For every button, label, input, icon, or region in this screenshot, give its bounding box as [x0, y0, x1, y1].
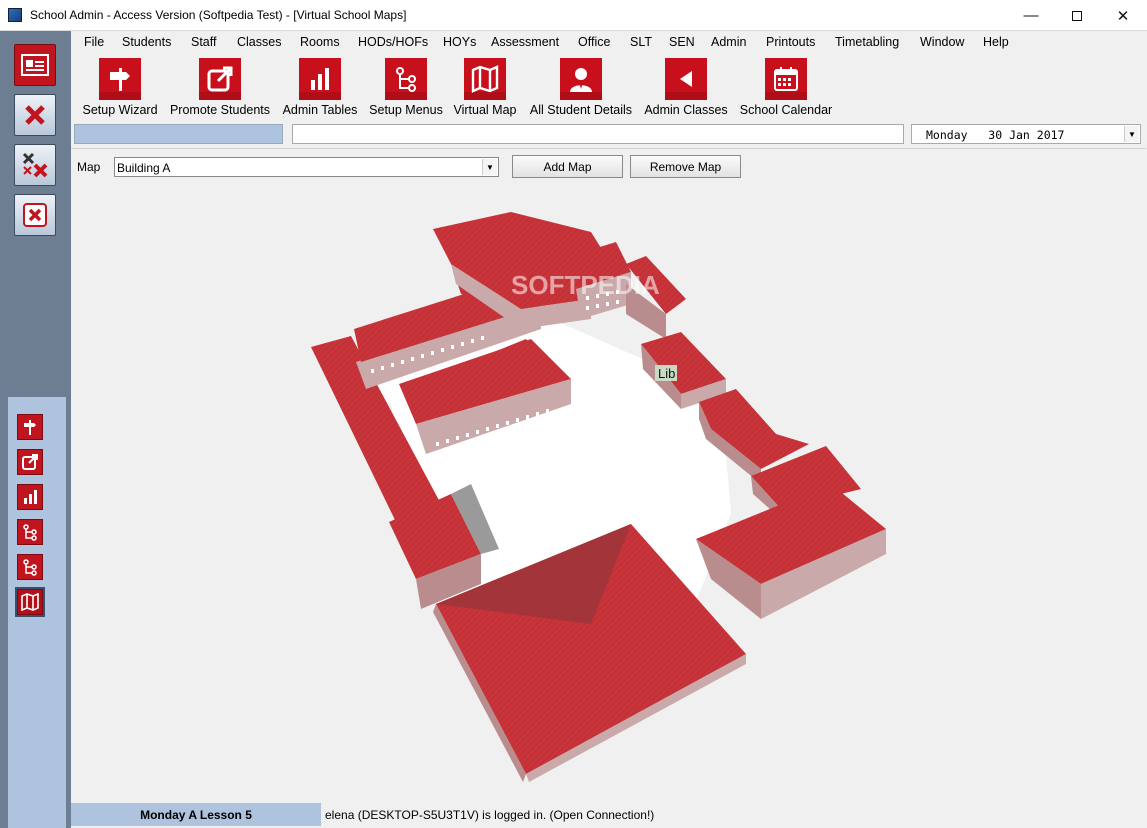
- menu-classes[interactable]: Classes: [237, 35, 281, 49]
- date-value: Monday 30 Jan 2017: [926, 128, 1065, 142]
- setup-wizard-button[interactable]: Setup Wizard: [82, 58, 158, 117]
- remove-map-button[interactable]: Remove Map: [630, 155, 741, 178]
- close-icon: ✕: [1116, 7, 1130, 25]
- chevron-down-icon: ▼: [486, 162, 494, 172]
- toolbar-label: Setup Wizard: [82, 103, 158, 117]
- signpost-icon: [110, 68, 130, 91]
- minimize-icon: —: [1023, 7, 1039, 24]
- menu-office[interactable]: Office: [578, 35, 610, 49]
- virtual-map-form: Map Building A ▼ Add Map Remove Map Lib …: [71, 148, 1146, 801]
- room-label-lib[interactable]: Lib: [658, 366, 675, 381]
- quick-admin-tables[interactable]: [17, 484, 43, 510]
- minimize-button[interactable]: —: [1008, 0, 1054, 31]
- external-link-icon: [22, 454, 38, 470]
- promote-students-button[interactable]: Promote Students: [169, 58, 271, 117]
- bar-chart-icon: [24, 490, 37, 504]
- quick-promote-students[interactable]: [17, 449, 43, 475]
- bar-chart-icon: [311, 68, 329, 90]
- admin-classes-button[interactable]: Admin Classes: [643, 58, 729, 117]
- menu-hods-hofs[interactable]: HODs/HOFs: [358, 35, 428, 49]
- delete-multiple-button[interactable]: [14, 144, 56, 186]
- quick-launch-panel: [8, 397, 66, 828]
- quick-virtual-map[interactable]: [15, 587, 45, 617]
- menu-students[interactable]: Students: [122, 35, 171, 49]
- menu-staff[interactable]: Staff: [191, 35, 216, 49]
- lesson-indicator: Monday A Lesson 5: [71, 803, 321, 826]
- toolbar-label: Promote Students: [169, 103, 271, 117]
- menu-window[interactable]: Window: [920, 35, 964, 49]
- close-button[interactable]: ✕: [1100, 0, 1146, 31]
- external-link-icon: [207, 66, 233, 92]
- maximize-icon: [1072, 10, 1082, 21]
- id-card-icon: [21, 54, 49, 76]
- student-icon: [570, 68, 592, 92]
- toolbar-label: Setup Menus: [369, 103, 443, 117]
- map-label: Map: [77, 160, 101, 174]
- setup-menus-button[interactable]: Setup Menus: [368, 58, 444, 117]
- toolbar-label: Admin Classes: [644, 103, 728, 117]
- menu-help[interactable]: Help: [983, 35, 1009, 49]
- menu-slt[interactable]: SLT: [630, 35, 652, 49]
- info-field[interactable]: [292, 124, 904, 144]
- map-icon: [21, 593, 39, 611]
- flow-icon: [396, 67, 416, 92]
- menu-hoys[interactable]: HOYs: [443, 35, 476, 49]
- close-box-icon: [23, 203, 47, 227]
- quick-setup-menus[interactable]: [17, 519, 43, 545]
- menu-file[interactable]: File: [84, 35, 104, 49]
- toolbar-label: All Student Details: [529, 103, 633, 117]
- close-form-button[interactable]: [14, 194, 56, 236]
- menu-bar: File Students Staff Classes Rooms HODs/H…: [71, 31, 1147, 52]
- toolbar-label: School Calendar: [739, 103, 833, 117]
- all-student-details-button[interactable]: All Student Details: [527, 58, 635, 117]
- quick-setup-menus-2[interactable]: [17, 554, 43, 580]
- close-x-icon: [25, 105, 45, 125]
- info-panel: [74, 124, 283, 144]
- back-arrow-icon: [680, 71, 692, 87]
- date-dropdown-button[interactable]: ▼: [1124, 126, 1139, 142]
- map-icon: [471, 65, 499, 93]
- watermark: SOFTPEDIA: [511, 270, 660, 300]
- quick-setup-wizard[interactable]: [17, 414, 43, 440]
- left-rail: [0, 31, 71, 828]
- map-select[interactable]: Building A ▼: [114, 157, 499, 177]
- menu-assessment[interactable]: Assessment: [491, 35, 559, 49]
- admin-tables-button[interactable]: Admin Tables: [281, 58, 359, 117]
- toolbar-label: Admin Tables: [282, 103, 358, 117]
- flow-icon: [23, 559, 37, 576]
- maximize-button[interactable]: [1054, 0, 1100, 31]
- toolbar-label: Virtual Map: [453, 103, 517, 117]
- chevron-down-icon: ▼: [1128, 129, 1136, 139]
- add-map-button[interactable]: Add Map: [512, 155, 623, 178]
- window-title: School Admin - Access Version (Softpedia…: [30, 8, 407, 22]
- menu-admin[interactable]: Admin: [711, 35, 746, 49]
- signpost-icon: [24, 420, 36, 435]
- toolbar: Setup Wizard Promote Students Admin Tabl…: [71, 52, 1147, 120]
- title-bar: School Admin - Access Version (Softpedia…: [0, 0, 1147, 31]
- menu-sen[interactable]: SEN: [669, 35, 695, 49]
- map-dropdown-button[interactable]: ▼: [482, 159, 497, 175]
- menu-rooms[interactable]: Rooms: [300, 35, 340, 49]
- status-bar: Monday A Lesson 5 elena (DESKTOP-S5U3T1V…: [71, 803, 1147, 828]
- menu-printouts[interactable]: Printouts: [766, 35, 815, 49]
- map-canvas[interactable]: Lib SOFTPEDIA: [71, 184, 1146, 801]
- calendar-icon: [774, 67, 798, 91]
- menu-timetabling[interactable]: Timetabling: [835, 35, 899, 49]
- virtual-map-button[interactable]: Virtual Map: [451, 58, 519, 117]
- date-select[interactable]: Monday 30 Jan 2017 ▼: [911, 124, 1141, 144]
- app-icon: [8, 8, 22, 22]
- school-map-render: Lib SOFTPEDIA: [311, 212, 886, 782]
- multi-delete-icon: [22, 152, 48, 178]
- delete-button[interactable]: [14, 94, 56, 136]
- school-calendar-button[interactable]: School Calendar: [738, 58, 834, 117]
- id-card-button[interactable]: [14, 44, 56, 86]
- map-select-value: Building A: [117, 161, 171, 175]
- flow-icon: [23, 524, 37, 541]
- login-status: elena (DESKTOP-S5U3T1V) is logged in. (O…: [325, 808, 655, 822]
